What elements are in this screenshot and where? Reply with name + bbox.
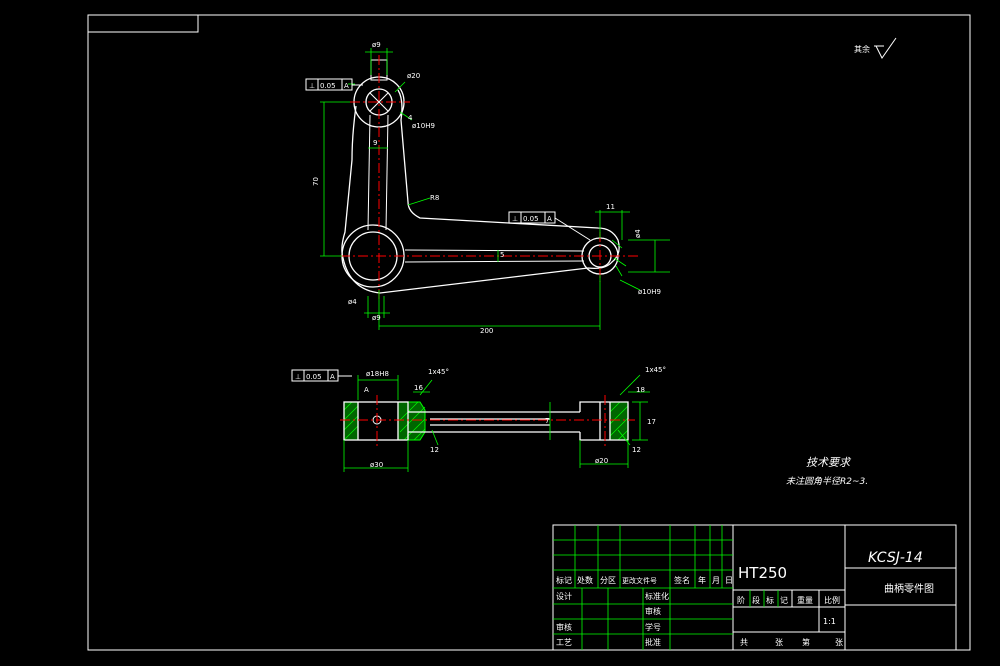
review-sign-label: 审核 [556, 622, 572, 632]
dim-16: 16 [414, 384, 423, 392]
weight-label: 重量 [797, 595, 813, 605]
rev-header-year: 年 [698, 575, 706, 585]
dim-d20-top: ø20 [407, 72, 420, 80]
design-label: 设计 [556, 591, 572, 601]
dim-12-right: 12 [632, 446, 641, 454]
rev-header-sign: 签名 [674, 575, 690, 585]
dim-9-mid: 9 [373, 139, 377, 147]
dim-1x45-right: 1x45° [645, 366, 666, 374]
dim-d30: ø30 [370, 461, 383, 469]
tol2-symbol: ⊥ [512, 215, 518, 223]
dim-11: 11 [606, 203, 615, 211]
dim-d10h9-top: ø10H9 [412, 122, 435, 130]
dim-d4-bottom: ø4 [348, 298, 357, 306]
scale-label: 比例 [824, 595, 840, 605]
tol2-value: 0.05 [523, 215, 539, 223]
dim-5: 5 [500, 251, 504, 259]
sheet-unit-1: 张 [775, 638, 783, 647]
stage-4: 记 [780, 596, 788, 605]
part-name: 曲柄零件图 [884, 582, 934, 595]
title-block-green-grid [553, 525, 779, 650]
sheet-border [87, 14, 971, 651]
tol2-datum: A [547, 215, 552, 223]
roughness-label: 其余 [854, 44, 870, 54]
tol3-datum: A [330, 373, 335, 381]
dim-200: 200 [480, 327, 493, 335]
dim-r8: R8 [430, 194, 439, 202]
tol3-value: 0.05 [306, 373, 322, 381]
sheet-no: 第 [802, 637, 810, 647]
rev-header-month: 月 [712, 576, 720, 585]
tech-requirements-title: 技术要求 [806, 456, 852, 469]
process-label: 工艺 [556, 638, 572, 647]
drawing-svg: ø9 ø20 ø10H9 4 9 70 R8 11 ø4 5 ø10H9 ø4 … [87, 14, 971, 651]
dim-12-left: 12 [430, 446, 439, 454]
rev-header-doc: 更改文件号 [622, 576, 657, 585]
stage-3: 标 [766, 595, 774, 605]
dim-d20-bottom: ø20 [595, 457, 608, 465]
crank-outline [341, 89, 620, 294]
section-marker: A [364, 386, 369, 394]
stage-2: 段 [752, 595, 760, 605]
rev-header-mark: 标记 [556, 575, 572, 585]
material-value: HT250 [738, 564, 787, 582]
tol3-symbol: ⊥ [295, 373, 301, 381]
rev-header-day: 日 [725, 576, 733, 585]
dim-d4-right: ø4 [634, 229, 642, 238]
approve-label: 批准 [645, 637, 661, 647]
tolerance-frames [291, 78, 591, 382]
sheet-total: 共 [740, 638, 748, 647]
standardize-label: 标准化 [645, 591, 669, 601]
tol1-datum: A [344, 82, 349, 90]
top-view [320, 48, 670, 330]
dim-d9-bottom: ø9 [372, 314, 381, 322]
roughness-symbol-icon [874, 37, 897, 59]
tol1-symbol: ⊥ [309, 82, 315, 90]
dim-d10h9-right: ø10H9 [638, 288, 661, 296]
dim-17: 17 [647, 418, 656, 426]
scale-value: 1:1 [823, 617, 836, 626]
tech-requirements-note: 未注圆角半径R2~3. [786, 476, 868, 487]
dim-1x45-left: 1x45° [428, 368, 449, 376]
dim-4-top: 4 [408, 114, 413, 122]
dim-18: 18 [636, 386, 645, 394]
dim-d9-top: ø9 [372, 41, 381, 49]
review-label: 审核 [645, 606, 661, 616]
dim-d18h8: ø18H8 [366, 370, 389, 378]
dim-7: 7 [545, 417, 549, 425]
dim-70: 70 [312, 177, 320, 186]
rev-header-zone: 分区 [600, 576, 616, 585]
tol1-value: 0.05 [320, 82, 336, 90]
stage-1: 阶 [737, 595, 745, 605]
cad-drawing: ø9 ø20 ø10H9 4 9 70 R8 11 ø4 5 ø10H9 ø4 … [0, 0, 1000, 666]
school-no-label: 学号 [645, 622, 661, 632]
rev-header-count: 处数 [577, 575, 593, 585]
sheet-unit-2: 张 [835, 638, 843, 647]
drawing-number: KCSJ-14 [868, 550, 923, 566]
